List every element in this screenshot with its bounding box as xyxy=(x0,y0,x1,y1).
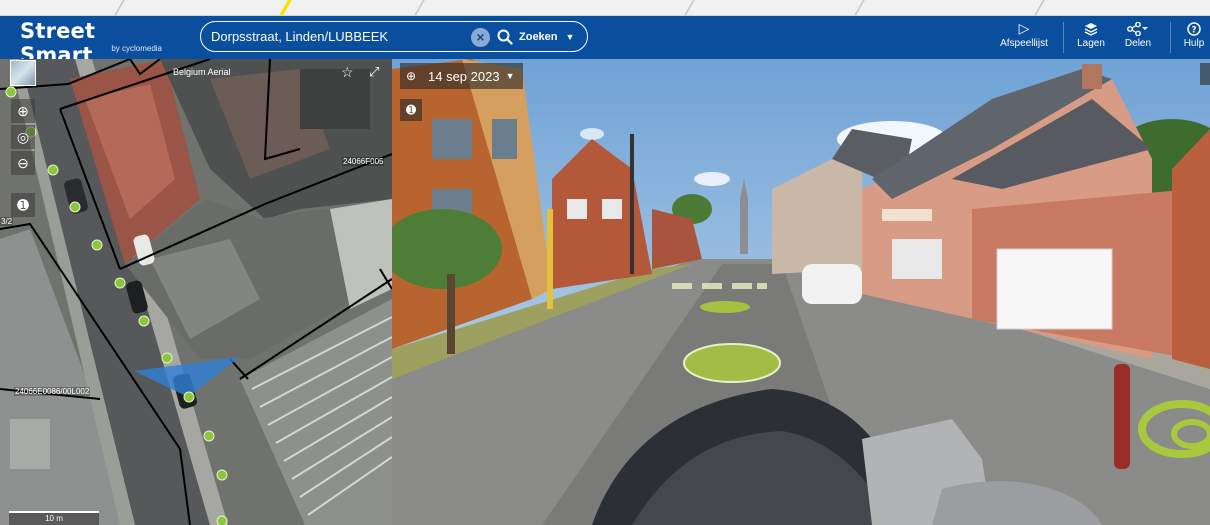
share-icon xyxy=(1121,16,1155,37)
play-icon: ▷ xyxy=(1018,20,1030,36)
compass-icon: ➊ xyxy=(405,103,417,117)
help-button[interactable]: ? Hulp xyxy=(1178,16,1210,59)
aerial-map[interactable] xyxy=(0,59,392,525)
compass-button[interactable]: ➊ xyxy=(400,99,422,121)
north-icon: ➊ xyxy=(17,197,29,213)
zoom-out-button[interactable]: ⊖ xyxy=(11,151,35,175)
date-selector[interactable]: ⊕ 14 sep 2023 ▼ xyxy=(400,63,523,89)
street-smart-logo[interactable]: Street Smart by cyclomedia xyxy=(20,19,170,67)
logo-subtitle: by cyclomedia xyxy=(111,44,162,53)
zoom-in-button[interactable]: ⊕ xyxy=(11,99,35,123)
recording-date: 14 sep 2023 xyxy=(428,68,500,84)
locate-button[interactable]: ◎ xyxy=(11,125,35,149)
search-icon xyxy=(497,29,513,45)
chevron-down-icon: ▼ xyxy=(505,71,515,81)
window-chrome-strip xyxy=(0,0,1210,16)
panorama-image[interactable] xyxy=(392,59,1210,525)
help-label: Hulp xyxy=(1183,38,1205,49)
close-icon: × xyxy=(476,29,485,45)
share-label: Delen xyxy=(1124,38,1152,49)
layers-label: Lagen xyxy=(1077,38,1105,49)
edge-code-label: 3/2 xyxy=(0,217,14,226)
app-window: Street Smart by cyclomedia Dorpsstraat, … xyxy=(0,0,1210,525)
north-button[interactable]: ➊ xyxy=(11,193,35,217)
playlist-label: Afspeellijst xyxy=(1000,38,1048,49)
help-icon: ? xyxy=(1178,16,1210,37)
layers-icon xyxy=(1074,16,1108,37)
search-button[interactable]: Zoeken ▼ xyxy=(497,26,574,48)
street-view-panorama[interactable]: ⊕ 14 sep 2023 ▼ ➊ xyxy=(392,59,1210,525)
layers-button[interactable]: Lagen xyxy=(1074,16,1108,59)
search-button-label: Zoeken xyxy=(519,31,558,43)
map-panel[interactable]: Belgium Aerial ☆ ⤢ ⊕ ◎ ⊖ ➊ 24066F005 240… xyxy=(0,59,392,525)
scale-bar: 10 m xyxy=(9,511,99,525)
svg-text:?: ? xyxy=(1191,26,1196,36)
search-input[interactable]: Dorpsstraat, Linden/LUBBEEK xyxy=(211,29,388,44)
zoom-in-icon: ⊕ xyxy=(17,103,29,119)
star-icon[interactable]: ☆ xyxy=(341,64,354,81)
share-button[interactable]: Delen xyxy=(1121,16,1155,59)
expand-icon[interactable]: ⤢ xyxy=(369,64,379,80)
app-header: Street Smart by cyclomedia Dorpsstraat, … xyxy=(0,16,1210,67)
parcel-code-label: 24066E0086/00L002 xyxy=(14,387,91,396)
basemap-layer-label: Belgium Aerial xyxy=(173,67,231,77)
playlist-button[interactable]: ▷ Afspeellijst xyxy=(998,16,1050,59)
search-box: Dorpsstraat, Linden/LUBBEEK × Zoeken ▼ xyxy=(200,21,588,52)
locate-icon: ◎ xyxy=(16,129,30,145)
zoom-out-icon: ⊖ xyxy=(17,155,29,171)
timetravel-icon: ⊕ xyxy=(405,69,417,83)
parcel-code-label: 24066F005 xyxy=(342,157,385,166)
clear-search-button[interactable]: × xyxy=(471,28,490,47)
chevron-down-icon: ▼ xyxy=(565,32,575,42)
basemap-switcher[interactable] xyxy=(10,60,36,86)
panel-edge-handle[interactable] xyxy=(1200,63,1210,85)
